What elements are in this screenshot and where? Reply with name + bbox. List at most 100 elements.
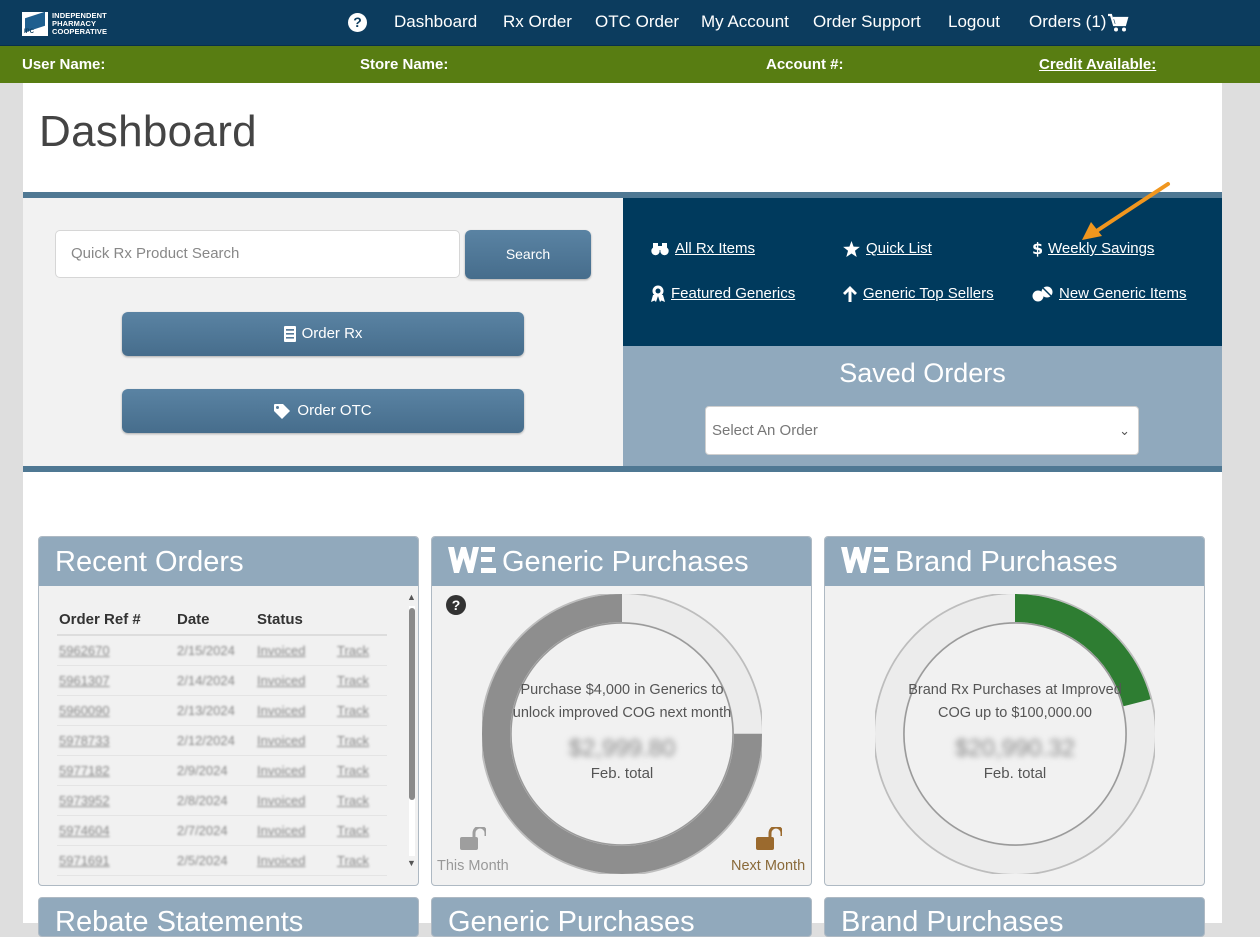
generic-purchases-card-2: Generic Purchases [431,897,812,937]
order-date: 2/15/2024 [175,635,255,666]
track-link[interactable]: Track [335,845,387,876]
track-link[interactable]: Track [335,665,387,696]
nav-rx-order[interactable]: Rx Order [503,12,572,32]
track-link[interactable]: Track [335,785,387,816]
recent-orders-title: Recent Orders [39,537,418,586]
chevron-down-icon: ⌄ [1119,423,1130,438]
cart-icon[interactable] [1107,13,1129,33]
scroll-up-icon[interactable]: ▲ [407,592,416,602]
track-link[interactable]: Track [335,755,387,786]
dollar-icon: $ [1032,240,1042,257]
order-ref-link[interactable]: 5974604 [57,815,175,846]
arrow-up-icon [843,285,857,302]
orders-scrollbar[interactable]: ▲ ▼ [407,592,417,869]
order-ref-link[interactable]: 5960090 [57,695,175,726]
order-otc-label: Order OTC [297,402,372,419]
col-status: Status [255,607,335,636]
track-link[interactable]: Track [335,725,387,756]
quick-list-link[interactable]: Quick List [843,240,932,257]
all-rx-items-link[interactable]: All Rx Items [651,240,755,257]
account-number-label: Account #: [766,56,844,73]
unlock-icon-next-month [756,827,782,850]
new-generic-items-link[interactable]: New Generic Items [1032,285,1187,302]
generic-purchases-card: Generic Purchases ? Purchase $4,000 in G… [431,536,812,886]
help-icon[interactable]: ? [446,595,466,615]
table-row: 5973952 2/8/2024 Invoiced Track [57,785,387,816]
order-status-link[interactable]: Invoiced [255,755,335,786]
svg-text:$: $ [1032,240,1042,257]
recent-orders-card: Recent Orders Order Ref # Date Status 59… [38,536,419,886]
weekly-savings-label: Weekly Savings [1048,240,1155,257]
we-logo-icon [448,547,496,574]
order-ref-link[interactable]: 5978733 [57,725,175,756]
quick-rx-search-input[interactable]: Quick Rx Product Search [55,230,460,278]
top-nav: IPC INDEPENDENT PHARMACY COOPERATIVE ? D… [0,0,1260,46]
order-ref-link[interactable]: 5977182 [57,755,175,786]
this-month-label: This Month [437,858,509,874]
order-status-link[interactable]: Invoiced [255,845,335,876]
track-link[interactable]: Track [335,815,387,846]
generic-message: Purchase $4,000 in Generics to unlock im… [512,682,732,721]
order-status-link[interactable]: Invoiced [255,785,335,816]
scroll-down-icon[interactable]: ▼ [407,858,416,868]
order-otc-button[interactable]: Order OTC [122,389,524,433]
track-link[interactable]: Track [335,635,387,666]
table-row: 5974604 2/7/2024 Invoiced Track [57,815,387,846]
order-rx-button[interactable]: Order Rx [122,312,524,356]
order-date: 2/13/2024 [175,695,255,726]
nav-logout[interactable]: Logout [948,12,1000,32]
generic-purchases-title: Generic Purchases [502,546,749,578]
weekly-savings-link[interactable]: $ Weekly Savings [1032,240,1154,257]
col-order-ref: Order Ref # [57,607,175,636]
logo-text: INDEPENDENT PHARMACY COOPERATIVE [52,12,107,36]
nav-my-account[interactable]: My Account [701,12,789,32]
unlock-icon-this-month [460,827,486,850]
generic-top-sellers-link[interactable]: Generic Top Sellers [843,285,994,302]
nav-orders[interactable]: Orders (1) [1029,12,1106,32]
col-date: Date [175,607,255,636]
brand-donut-center: Brand Rx Purchases at Improved COG up to… [905,679,1125,783]
nav-dashboard[interactable]: Dashboard [394,12,477,32]
order-status-link[interactable]: Invoiced [255,725,335,756]
brand-purchases-card: Brand Purchases Brand Rx Purchases at Im… [824,536,1205,886]
saved-order-select[interactable]: Select An Order ⌄ [705,406,1139,455]
saved-orders-title: Saved Orders [839,358,1006,388]
featured-generics-link[interactable]: Featured Generics [651,285,795,302]
user-name-label: User Name: [22,56,106,73]
ipc-logo[interactable]: IPC INDEPENDENT PHARMACY COOPERATIVE [22,10,112,37]
order-status-link[interactable]: Invoiced [255,665,335,696]
scrollbar-thumb[interactable] [409,608,415,800]
new-generic-items-label: New Generic Items [1059,285,1187,302]
generic-amount: $2,999.80 [568,735,676,762]
order-ref-link[interactable]: 5961307 [57,665,175,696]
store-name-label: Store Name: [360,56,449,73]
brand-amount: $20,990.32 [954,735,1076,762]
table-row: 5960090 2/13/2024 Invoiced Track [57,695,387,726]
order-ref-link[interactable]: 5973952 [57,785,175,816]
nav-otc-order[interactable]: OTC Order [595,12,679,32]
logo-mark-icon: IPC [22,11,48,36]
rebate-statements-card: Rebate Statements [38,897,419,937]
rx-document-icon [283,326,296,343]
order-status-link[interactable]: Invoiced [255,815,335,846]
nav-order-support[interactable]: Order Support [813,12,921,32]
table-row: 5962670 2/15/2024 Invoiced Track [57,635,387,666]
brand-purchases-title: Brand Purchases [895,546,1118,578]
search-button[interactable]: Search [465,230,591,279]
help-icon[interactable]: ? [348,13,367,32]
order-status-link[interactable]: Invoiced [255,695,335,726]
recent-orders-table: Order Ref # Date Status 5962670 2/15/2024… [57,607,387,876]
logo-line-3: COOPERATIVE [52,27,108,36]
credit-available-link[interactable]: Credit Available: [1039,56,1156,73]
all-rx-items-label: All Rx Items [675,240,756,257]
table-row: 5961307 2/14/2024 Invoiced Track [57,665,387,696]
track-link[interactable]: Track [335,695,387,726]
order-date: 2/7/2024 [175,815,255,846]
order-ref-link[interactable]: 5962670 [57,635,175,666]
order-ref-link[interactable]: 5971691 [57,845,175,876]
saved-orders-panel: Saved Orders Select An Order ⌄ [623,346,1222,466]
order-date: 2/8/2024 [175,785,255,816]
col-track [335,607,387,636]
order-status-link[interactable]: Invoiced [255,635,335,666]
pills-icon [1032,286,1053,301]
